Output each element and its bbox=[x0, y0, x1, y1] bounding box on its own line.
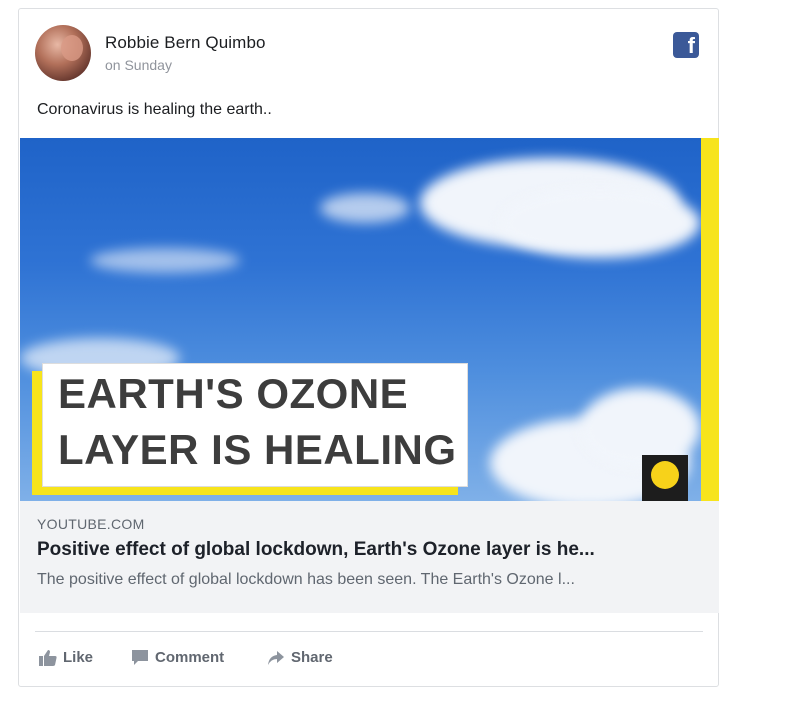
like-button[interactable]: Like bbox=[39, 649, 93, 666]
post-timestamp[interactable]: on Sunday bbox=[105, 57, 172, 73]
action-bar: Like Comment Share bbox=[19, 641, 718, 681]
facebook-icon[interactable]: f bbox=[673, 32, 699, 58]
post-header: Robbie Bern Quimbo on Sunday f bbox=[19, 9, 718, 91]
post-message: Coronavirus is healing the earth.. bbox=[37, 101, 272, 118]
headline-line-2: LAYER IS HEALING bbox=[58, 426, 457, 473]
headline-line-1: EARTH'S OZONE bbox=[58, 370, 409, 417]
post-card: Robbie Bern Quimbo on Sunday f Coronavir… bbox=[18, 8, 719, 687]
cloud-shape bbox=[500, 188, 700, 258]
like-label: Like bbox=[63, 649, 94, 666]
headline-box: EARTH'S OZONE LAYER IS HEALING bbox=[42, 363, 468, 487]
link-domain: YOUTUBE.COM bbox=[37, 516, 145, 532]
link-preview[interactable]: YOUTUBE.COM Positive effect of global lo… bbox=[20, 501, 719, 613]
accent-bar bbox=[701, 138, 719, 501]
comment-button[interactable]: Comment bbox=[131, 649, 224, 666]
share-arrow-icon bbox=[268, 650, 284, 665]
divider bbox=[35, 631, 703, 632]
cloud-shape bbox=[320, 193, 410, 223]
thumbs-up-icon bbox=[39, 649, 57, 666]
link-preview-image[interactable]: EARTH'S OZONE LAYER IS HEALING bbox=[20, 138, 719, 501]
comment-label: Comment bbox=[155, 649, 225, 666]
author-name[interactable]: Robbie Bern Quimbo bbox=[105, 33, 266, 53]
channel-logo-icon bbox=[642, 455, 688, 501]
cloud-shape bbox=[90, 248, 240, 273]
link-description: The positive effect of global lockdown h… bbox=[37, 571, 575, 588]
avatar[interactable] bbox=[35, 25, 91, 81]
comment-icon bbox=[132, 650, 148, 665]
link-title[interactable]: Positive effect of global lockdown, Eart… bbox=[37, 539, 707, 561]
share-label: Share bbox=[291, 649, 333, 666]
share-button[interactable]: Share bbox=[267, 649, 333, 666]
